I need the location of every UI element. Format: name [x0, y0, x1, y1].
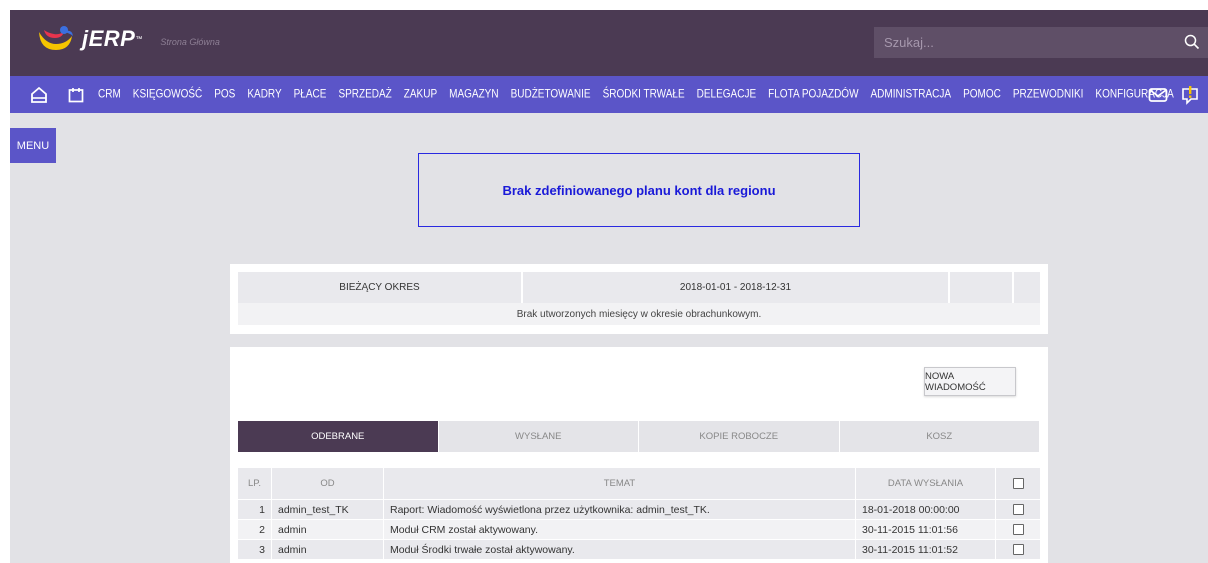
row-checkbox[interactable] — [1012, 524, 1024, 535]
table-row[interactable]: 3 admin Moduł Środki trwałe został aktywow… — [238, 540, 1040, 560]
row-lp: 2 — [238, 520, 272, 539]
period-note: Brak utworzonych miesięcy w okresie obra… — [238, 303, 1040, 325]
row-temat: Raport: Wiadomość wyświetlona przez użyt… — [384, 500, 856, 519]
row-data: 30-11-2015 11:01:56 — [856, 520, 996, 539]
row-data: 30-11-2015 11:01:52 — [856, 540, 996, 559]
mail-icon[interactable] — [1148, 87, 1168, 103]
table-row[interactable]: 1 admin_test_TK Raport: Wiadomość wyświetl… — [238, 500, 1040, 520]
row-temat: Moduł CRM został aktywowany. — [384, 520, 856, 539]
period-row: BIEŻĄCY OKRES 2018-01-01 - 2018-12-31 — [238, 272, 1040, 303]
period-value: 2018-01-01 - 2018-12-31 — [523, 272, 950, 303]
calendar-icon[interactable] — [62, 76, 90, 113]
notification-icon[interactable] — [1180, 85, 1200, 105]
home-icon[interactable] — [25, 76, 53, 113]
main-navbar: CRM KSIĘGOWOŚĆ POS KADRY PŁACE SPRZEDAŻ ZAKUP M… — [10, 76, 1208, 113]
row-data: 18-01-2018 00:00:00 — [856, 500, 996, 519]
row-od: admin — [272, 520, 384, 539]
row-lp: 3 — [238, 540, 272, 559]
search-input[interactable] — [874, 27, 1174, 58]
column-header-temat[interactable]: TEMAT — [384, 468, 856, 499]
nav-item-10[interactable]: DELEGACJE — [697, 88, 756, 101]
row-checkbox[interactable] — [1012, 544, 1024, 555]
new-message-button[interactable]: NOWA WIADOMOŚĆ — [924, 367, 1016, 396]
nav-item-1[interactable]: KSIĘGOWOŚĆ — [133, 88, 202, 101]
nav-item-13[interactable]: POMOC — [963, 88, 1001, 101]
nav-item-9[interactable]: ŚRODKI TRWAŁE — [603, 88, 685, 101]
nav-item-11[interactable]: FLOTA POJAZDÓW — [768, 88, 858, 101]
tab-drafts[interactable]: KOPIE ROBOCZE — [639, 421, 840, 452]
nav-item-14[interactable]: PRZEWODNIKI — [1013, 88, 1084, 101]
top-bar: jERP ™ Strona Główna — [10, 10, 1208, 76]
table-header: LP. OD TEMAT DATA WYSŁANIA — [238, 468, 1040, 500]
messages-table: LP. OD TEMAT DATA WYSŁANIA 1 admin_test_T… — [238, 468, 1040, 560]
select-all-checkbox[interactable] — [1012, 478, 1024, 489]
row-temat: Moduł Środki trwałe został aktywowany. — [384, 540, 856, 559]
message-tabs: ODEBRANE WYSŁANE KOPIE ROBOCZE KOSZ — [238, 421, 1040, 452]
search-box — [874, 27, 1208, 58]
tab-trash[interactable]: KOSZ — [840, 421, 1040, 452]
app-logo[interactable]: jERP ™ Strona Główna — [36, 24, 220, 54]
period-action-cell[interactable] — [950, 272, 1014, 303]
nav-item-3[interactable]: KADRY — [247, 88, 281, 101]
nav-item-12[interactable]: ADMINISTRACJA — [871, 88, 952, 101]
alert-message: Brak zdefiniowanego planu kont dla regio… — [502, 182, 776, 198]
row-od: admin_test_TK — [272, 500, 384, 519]
page-subtitle: Strona Główna — [160, 37, 220, 47]
row-od: admin — [272, 540, 384, 559]
messages-panel: NOWA WIADOMOŚĆ ODEBRANE WYSŁANE KOPIE RO… — [230, 347, 1048, 563]
row-checkbox-cell — [996, 520, 1040, 539]
column-header-data[interactable]: DATA WYSŁANIA — [856, 468, 996, 499]
logo-icon — [39, 26, 73, 50]
row-checkbox-cell — [996, 540, 1040, 559]
period-action-cell[interactable] — [1014, 272, 1040, 303]
nav-item-5[interactable]: SPRZEDAŻ — [338, 88, 391, 101]
nav-item-6[interactable]: ZAKUP — [404, 88, 437, 101]
logo-trademark: ™ — [135, 35, 143, 43]
nav-item-7[interactable]: MAGAZYN — [449, 88, 498, 101]
logo-text: jERP — [82, 26, 136, 51]
column-header-lp[interactable]: LP. — [238, 468, 272, 499]
nav-menu: CRM KSIĘGOWOŚĆ POS KADRY PŁACE SPRZEDAŻ ZAKUP M… — [98, 88, 1186, 101]
period-panel: BIEŻĄCY OKRES 2018-01-01 - 2018-12-31 Br… — [230, 264, 1048, 334]
nav-item-4[interactable]: PŁACE — [294, 88, 327, 101]
tab-sent[interactable]: WYSŁANE — [439, 421, 639, 452]
table-row[interactable]: 2 admin Moduł CRM został aktywowany. 30-11-… — [238, 520, 1040, 540]
period-label: BIEŻĄCY OKRES — [238, 272, 523, 303]
row-lp: 1 — [238, 500, 272, 519]
select-all-cell — [996, 468, 1040, 499]
nav-item-0[interactable]: CRM — [98, 88, 121, 101]
nav-item-8[interactable]: BUDŻETOWANIE — [511, 88, 591, 101]
nav-item-2[interactable]: POS — [214, 88, 235, 101]
row-checkbox-cell — [996, 500, 1040, 519]
column-header-od[interactable]: OD — [272, 468, 384, 499]
alert-box: Brak zdefiniowanego planu kont dla regio… — [418, 153, 860, 227]
search-icon[interactable] — [1184, 34, 1200, 50]
tab-inbox[interactable]: ODEBRANE — [238, 421, 439, 452]
row-checkbox[interactable] — [1012, 504, 1024, 515]
menu-button[interactable]: MENU — [10, 128, 56, 163]
